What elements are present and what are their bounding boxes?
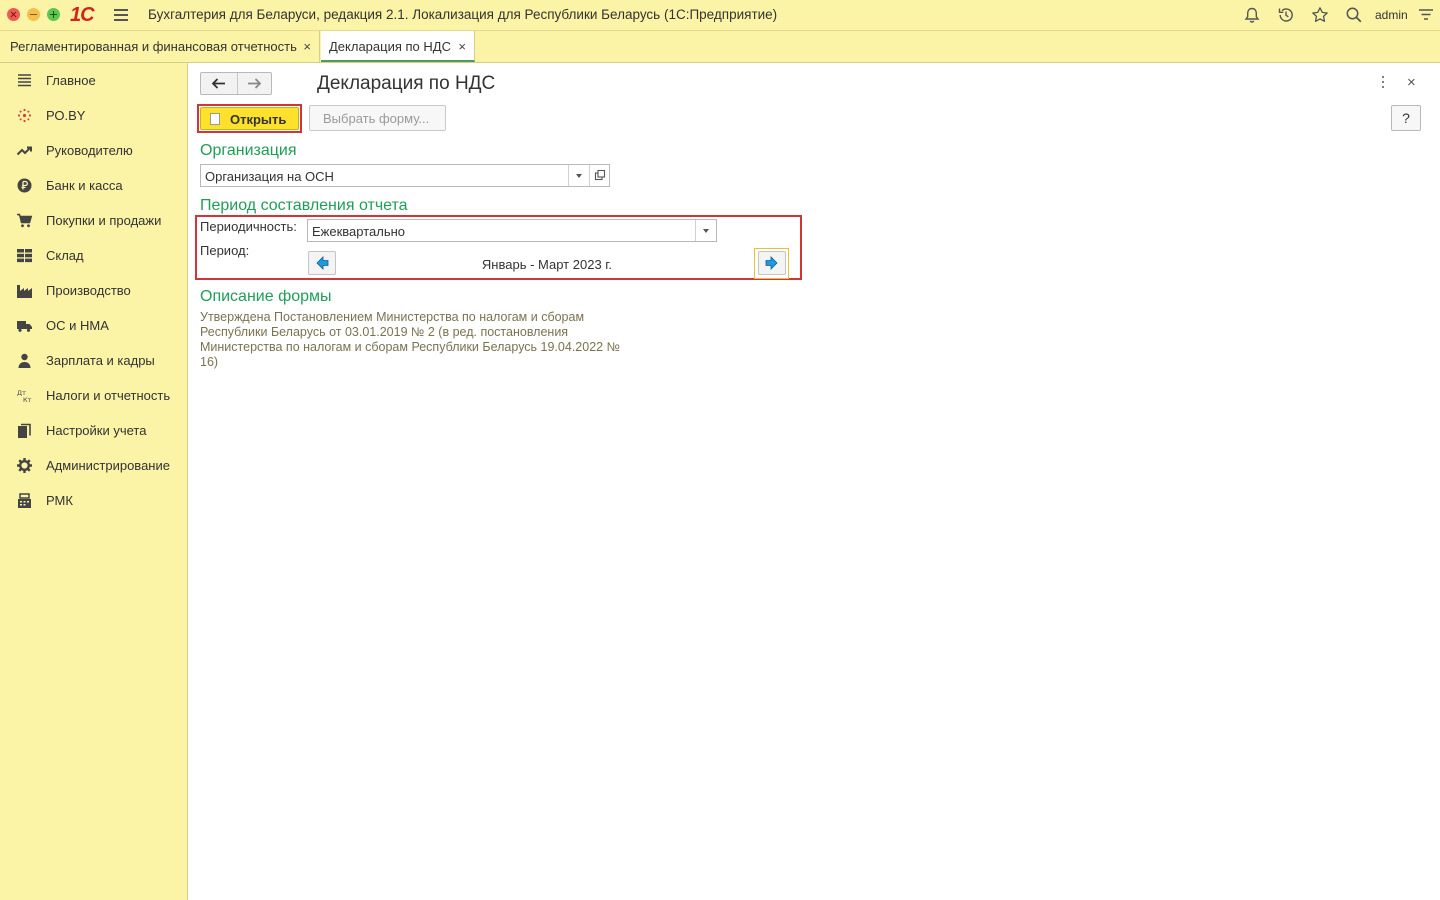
tab-reporting[interactable]: Регламентированная и финансовая отчетнос… [0, 31, 320, 62]
app-title: Бухгалтерия для Беларуси, редакция 2.1. … [148, 7, 778, 22]
open-button[interactable]: Открыть [200, 107, 299, 130]
sidebar-item-fixed-assets[interactable]: ОС и НМА [0, 308, 187, 343]
sidebar-item-label: ОС и НМА [46, 318, 109, 333]
settings-menu-icon[interactable] [1417, 6, 1435, 24]
arrow-right-icon [765, 256, 778, 270]
sidebar-item-production[interactable]: Производство [0, 273, 187, 308]
window-minimize-button[interactable] [27, 8, 40, 21]
periodicity-value: Ежеквартально [312, 224, 406, 239]
form-description: Утверждена Постановлением Министерства п… [200, 310, 620, 369]
next-period-button[interactable] [758, 251, 786, 275]
help-button[interactable]: ? [1391, 105, 1421, 131]
sidebar-item-label: Налоги и отчетность [46, 388, 171, 403]
sidebar-item-label: Главное [46, 73, 96, 88]
truck-icon [17, 321, 32, 332]
star-icon[interactable] [1311, 6, 1329, 24]
periodicity-dropdown-button[interactable] [695, 220, 717, 241]
close-icon[interactable]: × [303, 39, 311, 54]
sidebar-item-ro-by[interactable]: РО.BY [0, 98, 187, 133]
sidebar-item-administration[interactable]: Администрирование [0, 448, 187, 483]
sidebar-item-salary[interactable]: Зарплата и кадры [0, 343, 187, 378]
history-icon[interactable] [1277, 6, 1295, 24]
periodicity-select[interactable]: Ежеквартально [307, 219, 717, 242]
svg-text:Кт: Кт [23, 396, 32, 404]
sidebar-item-taxes[interactable]: Дт Кт Налоги и отчетность [0, 378, 187, 413]
gear-icon [17, 458, 32, 473]
page-title: Декларация по НДС [317, 73, 496, 94]
title-bar: 1С Бухгалтерия для Беларуси, редакция 2.… [0, 0, 1440, 31]
more-actions-icon[interactable] [1381, 76, 1385, 90]
trend-icon [16, 146, 32, 156]
close-icon[interactable]: × [458, 39, 466, 54]
tab-label: Регламентированная и финансовая отчетнос… [10, 39, 297, 54]
documents-icon [18, 423, 31, 438]
sidebar-item-label: Покупки и продажи [46, 213, 162, 228]
sidebar-item-main[interactable]: Главное [0, 63, 187, 98]
chevron-down-icon [576, 174, 582, 178]
logo-1c: 1С [70, 4, 95, 26]
open-button-label: Открыть [230, 112, 287, 127]
sidebar: Главное РО.BY Руководителю Банк и касса … [0, 63, 188, 900]
organization-section-title: Организация [200, 142, 297, 159]
organization-open-button[interactable] [589, 165, 610, 186]
tab-vat-declaration[interactable]: Декларация по НДС × [321, 31, 475, 62]
organization-dropdown-button[interactable] [568, 165, 589, 186]
cash-register-icon [18, 493, 31, 508]
tabs-bar: Регламентированная и финансовая отчетнос… [0, 31, 1440, 63]
main-menu-icon[interactable] [114, 9, 128, 21]
bell-icon[interactable] [1243, 6, 1261, 24]
choose-form-button[interactable]: Выбрать форму... [309, 105, 446, 131]
arrow-right-icon [248, 78, 262, 89]
open-window-icon [594, 169, 606, 181]
sidebar-item-sales[interactable]: Покупки и продажи [0, 203, 187, 238]
cart-icon [17, 213, 33, 228]
search-icon[interactable] [1345, 6, 1363, 24]
sidebar-item-label: РО.BY [46, 108, 86, 123]
user-name[interactable]: admin [1375, 8, 1408, 22]
arrow-left-icon [211, 78, 225, 89]
warehouse-icon [17, 249, 32, 263]
description-section-title: Описание формы [200, 288, 332, 305]
period-value: Январь - Март 2023 г. [481, 257, 613, 272]
history-navigation [200, 72, 272, 95]
person-icon [18, 353, 31, 368]
back-button[interactable] [201, 73, 238, 94]
sidebar-item-label: Банк и касса [46, 178, 123, 193]
dt-kt-icon: ДтКт [17, 389, 32, 404]
sidebar-item-label: Зарплата и кадры [46, 353, 155, 368]
chevron-down-icon [703, 229, 709, 233]
periodicity-label: Периодичность: [200, 219, 297, 234]
factory-icon [17, 285, 32, 298]
sidebar-item-accounting-settings[interactable]: Настройки учета [0, 413, 187, 448]
form-area: Декларация по НДС × Открыть Выбрать форм… [188, 63, 1440, 900]
sidebar-item-label: Администрирование [46, 458, 170, 473]
tab-label: Декларация по НДС [329, 39, 451, 54]
sidebar-item-label: Настройки учета [46, 423, 147, 438]
sidebar-item-bank[interactable]: Банк и касса [0, 168, 187, 203]
ro-by-icon [17, 108, 32, 123]
document-icon [210, 113, 220, 125]
sidebar-item-label: РМК [46, 493, 73, 508]
sidebar-item-rmk[interactable]: РМК [0, 483, 187, 518]
coin-icon [17, 178, 32, 193]
period-section-title: Период составления отчета [200, 197, 408, 214]
organization-value: Организация на ОСН [205, 169, 334, 184]
sidebar-item-manager[interactable]: Руководителю [0, 133, 187, 168]
main-menu-icon [18, 74, 31, 87]
sidebar-item-label: Склад [46, 248, 84, 263]
organization-field[interactable]: Организация на ОСН [200, 164, 610, 187]
sidebar-item-label: Производство [46, 283, 131, 298]
forward-button[interactable] [237, 73, 273, 94]
period-label: Период: [200, 243, 250, 258]
window-close-button[interactable] [7, 8, 20, 21]
window-maximize-button[interactable] [47, 8, 60, 21]
close-form-button[interactable]: × [1407, 74, 1416, 91]
sidebar-item-warehouse[interactable]: Склад [0, 238, 187, 273]
arrow-left-icon [316, 256, 329, 270]
sidebar-item-label: Руководителю [46, 143, 133, 158]
previous-period-button[interactable] [308, 251, 336, 275]
